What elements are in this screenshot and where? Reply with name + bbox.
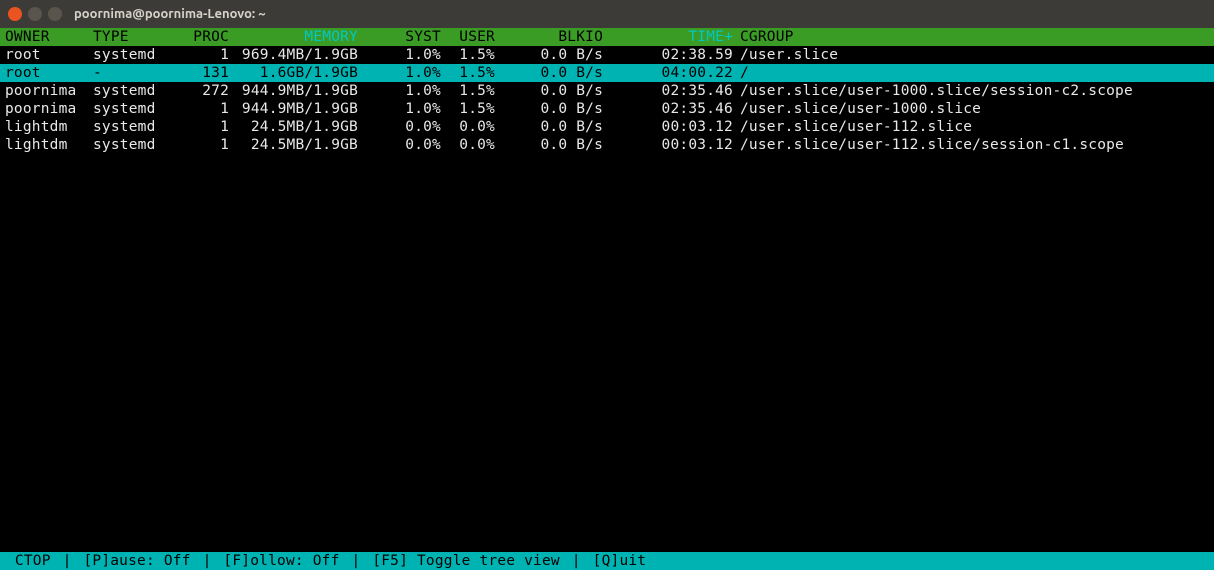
hdr-time: TIME+ xyxy=(604,28,734,46)
cell-blkio: 0.0 B/s xyxy=(496,46,604,64)
cell-proc: 1 xyxy=(186,136,230,154)
cell-cgroup: /user.slice/user-112.slice/session-c1.sc… xyxy=(734,136,1214,154)
cell-syst: 1.0% xyxy=(362,82,442,100)
cell-user: 1.5% xyxy=(442,100,496,118)
table-row[interactable]: root-1311.6GB/1.9GB1.0%1.5%0.0 B/s04:00.… xyxy=(0,64,1214,82)
cell-proc: 272 xyxy=(186,82,230,100)
table-row[interactable]: poornimasystemd272944.9MB/1.9GB1.0%1.5%0… xyxy=(0,82,1214,100)
cell-time: 02:38.59 xyxy=(604,46,734,64)
hdr-user: USER xyxy=(442,28,496,46)
cell-cgroup: /user.slice/user-1000.slice/session-c2.s… xyxy=(734,82,1214,100)
cell-type: - xyxy=(92,64,186,82)
cell-type: systemd xyxy=(92,82,186,100)
cell-memory: 944.9MB/1.9GB xyxy=(230,100,362,118)
status-bar: CTOP | [P]ause: Off | [F]ollow: Off | [F… xyxy=(0,552,1214,570)
cell-user: 1.5% xyxy=(442,82,496,100)
cell-memory: 24.5MB/1.9GB xyxy=(230,118,362,136)
cell-owner: poornima xyxy=(0,82,92,100)
cell-syst: 1.0% xyxy=(362,100,442,118)
cell-time: 00:03.12 xyxy=(604,118,734,136)
status-pause[interactable]: [P]ause: Off xyxy=(75,552,200,570)
hdr-blkio: BLKIO xyxy=(496,28,604,46)
status-follow[interactable]: [F]ollow: Off xyxy=(215,552,349,570)
cell-time: 00:03.12 xyxy=(604,136,734,154)
cell-blkio: 0.0 B/s xyxy=(496,82,604,100)
hdr-cgroup: CGROUP xyxy=(734,28,1214,46)
hdr-type: TYPE xyxy=(92,28,186,46)
table-row[interactable]: lightdmsystemd124.5MB/1.9GB0.0%0.0%0.0 B… xyxy=(0,118,1214,136)
cell-owner: poornima xyxy=(0,100,92,118)
hdr-syst: SYST xyxy=(362,28,442,46)
cell-memory: 1.6GB/1.9GB xyxy=(230,64,362,82)
cell-syst: 0.0% xyxy=(362,136,442,154)
status-quit[interactable]: [Q]uit xyxy=(584,552,647,570)
window-title: poornima@poornima-Lenovo: ~ xyxy=(74,7,266,21)
cell-memory: 24.5MB/1.9GB xyxy=(230,136,362,154)
table-body: rootsystemd1969.4MB/1.9GB1.0%1.5%0.0 B/s… xyxy=(0,46,1214,154)
cell-user: 0.0% xyxy=(442,136,496,154)
cell-user: 1.5% xyxy=(442,46,496,64)
cell-cgroup: /user.slice/user-1000.slice xyxy=(734,100,1214,118)
cell-user: 1.5% xyxy=(442,64,496,82)
cell-cgroup: / xyxy=(734,64,1214,82)
cell-memory: 944.9MB/1.9GB xyxy=(230,82,362,100)
cell-proc: 131 xyxy=(186,64,230,82)
close-icon[interactable] xyxy=(8,7,22,21)
cell-syst: 1.0% xyxy=(362,64,442,82)
cell-blkio: 0.0 B/s xyxy=(496,136,604,154)
terminal-empty-area xyxy=(0,154,1214,552)
cell-time: 04:00.22 xyxy=(604,64,734,82)
minimize-icon[interactable] xyxy=(28,7,42,21)
hdr-proc: PROC xyxy=(186,28,230,46)
cell-type: systemd xyxy=(92,46,186,64)
table-row[interactable]: poornimasystemd1944.9MB/1.9GB1.0%1.5%0.0… xyxy=(0,100,1214,118)
table-header: OWNER TYPE PROC MEMORY SYST USER BLKIO T… xyxy=(0,28,1214,46)
cell-proc: 1 xyxy=(186,46,230,64)
cell-owner: lightdm xyxy=(0,118,92,136)
cell-owner: root xyxy=(0,64,92,82)
cell-proc: 1 xyxy=(186,118,230,136)
cell-owner: lightdm xyxy=(0,136,92,154)
window-titlebar: poornima@poornima-Lenovo: ~ xyxy=(0,0,1214,28)
maximize-icon[interactable] xyxy=(48,7,62,21)
cell-memory: 969.4MB/1.9GB xyxy=(230,46,362,64)
cell-time: 02:35.46 xyxy=(604,82,734,100)
cell-blkio: 0.0 B/s xyxy=(496,118,604,136)
cell-syst: 1.0% xyxy=(362,46,442,64)
terminal[interactable]: OWNER TYPE PROC MEMORY SYST USER BLKIO T… xyxy=(0,28,1214,570)
cell-time: 02:35.46 xyxy=(604,100,734,118)
cell-type: systemd xyxy=(92,118,186,136)
cell-syst: 0.0% xyxy=(362,118,442,136)
cell-type: systemd xyxy=(92,100,186,118)
status-toggle[interactable]: [F5] Toggle tree view xyxy=(363,552,568,570)
cell-blkio: 0.0 B/s xyxy=(496,100,604,118)
hdr-owner: OWNER xyxy=(0,28,92,46)
table-row[interactable]: rootsystemd1969.4MB/1.9GB1.0%1.5%0.0 B/s… xyxy=(0,46,1214,64)
cell-cgroup: /user.slice xyxy=(734,46,1214,64)
cell-proc: 1 xyxy=(186,100,230,118)
status-app: CTOP xyxy=(6,552,60,570)
cell-owner: root xyxy=(0,46,92,64)
cell-cgroup: /user.slice/user-112.slice xyxy=(734,118,1214,136)
hdr-memory: MEMORY xyxy=(230,28,362,46)
cell-user: 0.0% xyxy=(442,118,496,136)
cell-type: systemd xyxy=(92,136,186,154)
cell-blkio: 0.0 B/s xyxy=(496,64,604,82)
table-row[interactable]: lightdmsystemd124.5MB/1.9GB0.0%0.0%0.0 B… xyxy=(0,136,1214,154)
